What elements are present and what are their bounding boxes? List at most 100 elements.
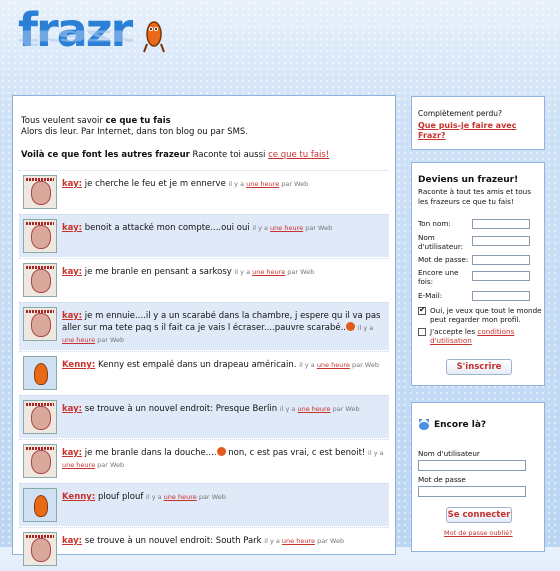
feed-row: kay: se trouve à un nouvel endroit: Pres…	[19, 395, 389, 438]
message-text: je cherche le feu et je m ennerve	[82, 179, 229, 189]
via-text: par Web	[285, 268, 315, 276]
signup-box: Deviens un frazeur! Raconte à tout tes a…	[411, 162, 545, 386]
email-row: E-Mail:	[418, 291, 542, 301]
feed-row: kay: je me branle dans la douche.... non…	[19, 439, 389, 482]
time-link[interactable]: une heure	[246, 180, 279, 188]
author-link[interactable]: Kenny:	[62, 492, 95, 502]
help-box: Complètement perdu? Que puis-je faire av…	[411, 96, 545, 150]
public-profile-label: Oui, je veux que tout le monde peut rega…	[430, 306, 542, 324]
feed-message: kay: se trouve à un nouvel endroit: Sout…	[62, 532, 344, 547]
message-meta: il y a une heure par Web	[264, 537, 344, 545]
message-text: je me branle dans la douche....	[82, 448, 217, 458]
kenny-avatar[interactable]	[23, 356, 57, 390]
author-link[interactable]: kay:	[62, 536, 82, 546]
frazr-logo[interactable]: frazr frazr	[18, 4, 168, 82]
login-button[interactable]: Se connecter	[446, 507, 512, 523]
status-feed: kay: je cherche le feu et je m ennerve i…	[19, 170, 389, 571]
message-text-continued: non, c est pas vrai, c est benoit!	[225, 448, 369, 458]
signup-username-input[interactable]	[472, 236, 530, 246]
login-password-input[interactable]	[418, 486, 526, 497]
signup-password-input[interactable]	[472, 255, 530, 265]
time-prefix: il y a	[357, 324, 374, 332]
time-link[interactable]: une heure	[282, 537, 315, 545]
feed-message: kay: se trouve à un nouvel endroit: Pres…	[62, 400, 360, 415]
feed-message: kay: je cherche le feu et je m ennerve i…	[62, 175, 308, 190]
terms-prefix: J'accepte les	[430, 327, 478, 336]
kay-avatar[interactable]	[23, 307, 57, 341]
public-profile-checkbox[interactable]	[418, 305, 426, 315]
author-link[interactable]: kay:	[62, 448, 82, 458]
author-link[interactable]: Kenny:	[62, 360, 95, 370]
time-prefix: il y a	[264, 537, 282, 545]
login-title: Encore là?	[434, 420, 487, 430]
time-link[interactable]: une heure	[164, 493, 197, 501]
via-text: par Web	[315, 537, 345, 545]
email-label: E-Mail:	[418, 291, 443, 300]
help-question: Complètement perdu?	[418, 109, 502, 118]
feed-row: kay: je cherche le feu et je m ennerve i…	[19, 170, 389, 213]
message-text: se trouve à un nouvel endroit: South Par…	[82, 536, 265, 546]
message-meta: il y a une heure par Web	[280, 405, 360, 413]
feed-message: kay: je me branle en pensant a sarkosy i…	[62, 263, 314, 278]
message-meta: il y a une heure par Web	[229, 180, 309, 188]
via-text: par Web	[95, 336, 125, 344]
time-prefix: il y a	[368, 449, 384, 457]
time-link[interactable]: une heure	[252, 268, 285, 276]
intro-line1: Tous veulent savoir	[21, 116, 106, 126]
time-prefix: il y a	[252, 224, 271, 232]
via-text: par Web	[349, 361, 379, 369]
message-meta: il y a une heure par Web	[234, 268, 314, 276]
message-text: je m ennuie....il y a un scarabé dans la…	[62, 311, 381, 333]
signup-button[interactable]: S'inscrire	[446, 359, 512, 375]
signup-password-confirm-input[interactable]	[472, 271, 530, 281]
time-link[interactable]: une heure	[297, 405, 330, 413]
message-meta: il y a une heure par Web	[252, 224, 332, 232]
feed-row: kay: je m ennuie....il y a un scarabé da…	[19, 302, 389, 350]
time-link[interactable]: une heure	[270, 224, 303, 232]
message-text: plouf plouf	[95, 492, 147, 502]
password-label: Mot de passe:	[418, 255, 469, 264]
logo-reflection: frazr	[18, 25, 132, 50]
password-row: Mot de passe:	[418, 255, 542, 265]
author-link[interactable]: kay:	[62, 311, 82, 321]
public-profile-option: Oui, je veux que tout le monde peut rega…	[418, 305, 542, 324]
main-panel: Tous veulent savoir ce que tu fais Alors…	[12, 95, 396, 566]
terms-option: J'accepte les conditions d'utilisation	[418, 327, 542, 345]
feed-message: kay: je m ennuie....il y a un scarabé da…	[62, 307, 385, 346]
login-heading: Encore là?	[418, 419, 486, 431]
login-username-input[interactable]	[418, 460, 526, 471]
feed-row: Kenny: Kenny est empalé dans un drapeau …	[19, 351, 389, 394]
name-input[interactable]	[472, 219, 530, 229]
author-link[interactable]: kay:	[62, 267, 82, 277]
via-text: par Web	[95, 461, 125, 469]
author-link[interactable]: kay:	[62, 223, 82, 233]
feed-row: Kenny: plouf plouf il y a une heure par …	[19, 483, 389, 526]
help-link[interactable]: Que puis-je faire avec Frazr?	[418, 121, 528, 141]
feed-heading-link[interactable]: ce que tu fais!	[268, 150, 329, 160]
kay-avatar[interactable]	[23, 175, 57, 209]
via-text: par Web	[303, 224, 333, 232]
kay-avatar[interactable]	[23, 219, 57, 253]
time-link[interactable]: une heure	[62, 336, 95, 344]
author-link[interactable]: kay:	[62, 179, 82, 189]
feed-heading-text: Raconte toi aussi	[189, 150, 269, 160]
password2-row: Encore une fois:	[418, 268, 542, 286]
time-link[interactable]: une heure	[317, 361, 350, 369]
feed-heading: Voilà ce que font les autres frazeur Rac…	[21, 150, 329, 160]
username-label: Nom d'utilisateur:	[418, 233, 464, 251]
kay-avatar[interactable]	[23, 444, 57, 478]
terms-checkbox[interactable]	[418, 328, 426, 336]
kay-avatar[interactable]	[23, 532, 57, 566]
intro-line1-bold: ce que tu fais	[105, 116, 171, 126]
signup-subtitle: Raconte à tout tes amis et tous les fraz…	[418, 187, 531, 206]
kenny-avatar[interactable]	[23, 488, 57, 522]
forgot-password-link[interactable]: Mot de passe oublié?	[444, 529, 513, 537]
time-link[interactable]: une heure	[62, 461, 95, 469]
kay-avatar[interactable]	[23, 263, 57, 297]
email-input[interactable]	[472, 291, 530, 301]
author-link[interactable]: kay:	[62, 404, 82, 414]
feed-message: Kenny: plouf plouf il y a une heure par …	[62, 488, 226, 503]
smiley-icon	[346, 322, 356, 331]
time-prefix: il y a	[279, 405, 298, 413]
kay-avatar[interactable]	[23, 400, 57, 434]
